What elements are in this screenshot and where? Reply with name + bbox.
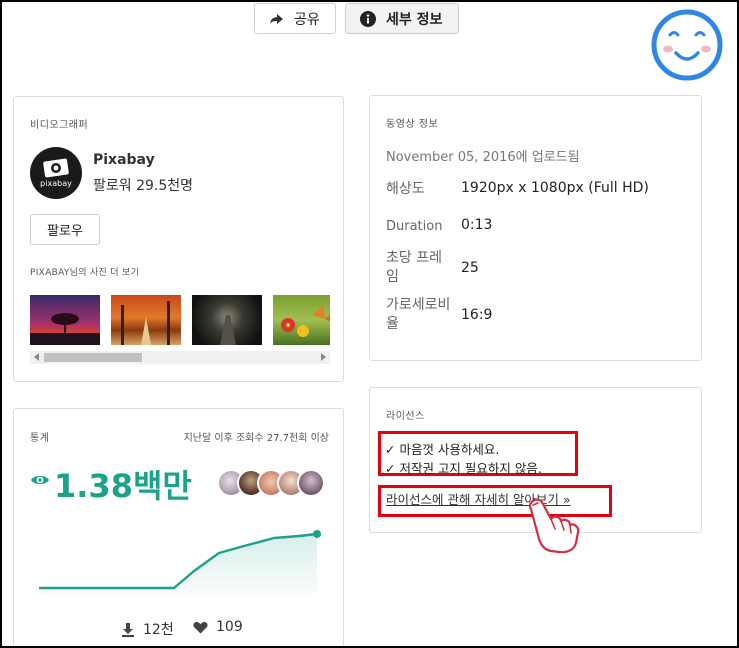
info-label: 가로세로비율 <box>386 297 451 332</box>
follower-count: 팔로워 29.5천명 <box>93 178 194 194</box>
stats-card: 통계 지난달 이후 조회수 27.7천회 이상 1.38백만 12천 109 <box>13 408 344 648</box>
scroll-right-icon[interactable] <box>321 353 326 361</box>
info-value: 1920px x 1080px (Full HD) <box>461 180 649 196</box>
photo-thumbnails <box>30 295 330 347</box>
details-button[interactable]: 세부 정보 <box>345 3 459 34</box>
upload-date: November 05, 2016에 업로드됨 <box>386 150 580 165</box>
info-label: 해상도 <box>386 181 425 197</box>
info-value: 0:13 <box>461 217 493 233</box>
pointing-hand-icon <box>529 498 580 554</box>
view-count: 1.38백만 <box>54 467 192 505</box>
share-arrow-icon <box>270 13 283 24</box>
camera-icon <box>43 158 69 178</box>
views-trend-sparkline <box>39 530 321 594</box>
license-free-use: ✓ 마음껏 사용하세요. <box>385 442 500 457</box>
like-stat[interactable]: 109 <box>193 619 243 635</box>
info-label: Duration <box>386 219 443 234</box>
info-icon <box>360 10 376 27</box>
uploader-name[interactable]: Pixabay <box>93 152 155 168</box>
stats-heading: 통계 <box>30 433 50 444</box>
sparkline-endpoint <box>313 530 321 538</box>
videographer-heading: 비디오그래퍼 <box>30 120 89 131</box>
stats-subtitle: 지난달 이후 조회수 27.7천회 이상 <box>183 433 329 444</box>
thumbnail-dark-path[interactable] <box>192 295 262 345</box>
more-photos-label: PIXABAY님의 사진 더 보기 <box>30 268 140 278</box>
thumbnail-autumn-road[interactable] <box>111 295 181 345</box>
license-heading: 라이선스 <box>386 411 425 422</box>
thumbnail-tree-sunset[interactable] <box>30 295 100 345</box>
uploader-avatar[interactable]: pixabay <box>30 147 82 199</box>
viewer-avatar <box>297 469 325 497</box>
heart-icon <box>193 621 208 633</box>
download-count: 12천 <box>143 622 174 638</box>
info-value: 25 <box>461 260 479 276</box>
like-count: 109 <box>216 619 243 635</box>
follow-button[interactable]: 팔로우 <box>30 214 100 245</box>
video-info-heading: 동영상 정보 <box>386 119 439 130</box>
video-info-card: 동영상 정보 November 05, 2016에 업로드됨 해상도 1920p… <box>369 95 702 361</box>
info-label: 초당 프레임 <box>386 250 442 285</box>
download-icon <box>122 622 134 637</box>
scroll-thumb[interactable] <box>44 353 142 362</box>
share-button[interactable]: 공유 <box>254 3 336 34</box>
info-value: 16:9 <box>461 307 493 323</box>
share-label: 공유 <box>294 11 320 28</box>
smiley-face-icon <box>651 9 723 81</box>
eye-icon <box>31 475 49 485</box>
license-card: 라이선스 ✓ 마음껏 사용하세요. ✓ 저작권 고지 필요하지 않음. 라이선스… <box>369 387 702 554</box>
thumbnail-flowers-butterfly[interactable] <box>273 295 330 345</box>
license-no-attribution: ✓ 저작권 고지 필요하지 않음. <box>385 461 542 476</box>
avatar-text: pixabay <box>40 179 72 188</box>
scroll-left-icon[interactable] <box>34 353 39 361</box>
videographer-card: 비디오그래퍼 pixabay Pixabay 팔로워 29.5천명 팔로우 PI… <box>13 96 344 382</box>
thumbnail-scrollbar[interactable] <box>30 351 330 364</box>
viewer-avatars <box>217 469 327 499</box>
details-label: 세부 정보 <box>386 11 443 28</box>
download-stat: 12천 <box>121 619 174 639</box>
